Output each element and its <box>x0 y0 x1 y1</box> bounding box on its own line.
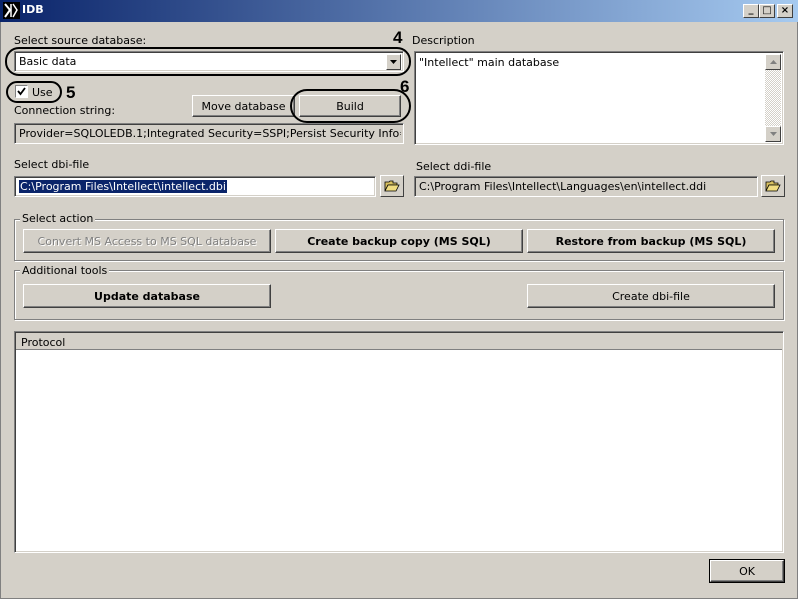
folder-open-icon <box>765 180 781 192</box>
description-box[interactable]: "Intellect" main database <box>414 51 784 145</box>
description-scrollbar[interactable] <box>765 54 781 142</box>
description-text: "Intellect" main database <box>419 56 560 69</box>
ddi-file-label: Select ddi-file <box>416 160 492 173</box>
connection-label: Connection string: <box>14 104 116 117</box>
annotation-number-6: 6 <box>400 77 410 96</box>
annotation-number-4: 4 <box>393 28 403 47</box>
use-checkbox[interactable] <box>15 85 28 98</box>
minimize-icon: _ <box>748 3 754 15</box>
ddi-file-value: C:\Program Files\Intellect\Languages\en\… <box>419 180 707 193</box>
protocol-header-label: Protocol <box>21 336 66 349</box>
scroll-down-icon[interactable] <box>765 126 781 142</box>
use-label[interactable]: Use <box>32 86 53 99</box>
protocol-header: Protocol <box>16 333 782 350</box>
protocol-panel[interactable]: Protocol <box>14 331 784 553</box>
title-bar: IDB _ □ × <box>0 0 798 22</box>
create-dbi-file-button[interactable]: Create dbi-file <box>527 284 775 308</box>
update-database-button[interactable]: Update database <box>23 284 271 308</box>
ddi-file-input[interactable]: C:\Program Files\Intellect\Languages\en\… <box>414 176 758 197</box>
description-label: Description <box>412 34 475 47</box>
ok-button[interactable]: OK <box>709 559 785 583</box>
connection-string-value: Provider=SQLOLEDB.1;Integrated Security=… <box>19 127 401 140</box>
build-button[interactable]: Build <box>299 95 401 117</box>
maximize-icon: □ <box>762 5 772 16</box>
ddi-browse-button[interactable] <box>761 175 785 197</box>
dbi-file-value: C:\Program Files\Intellect\intellect.dbi <box>19 180 227 193</box>
source-db-value: Basic data <box>19 55 77 68</box>
connection-string-field[interactable]: Provider=SQLOLEDB.1;Integrated Security=… <box>14 123 404 144</box>
move-database-button[interactable]: Move database <box>192 95 295 117</box>
scroll-up-icon[interactable] <box>765 54 781 70</box>
folder-open-icon <box>384 180 400 192</box>
dbi-file-input[interactable]: C:\Program Files\Intellect\intellect.dbi <box>14 176 376 197</box>
select-action-title: Select action <box>20 212 96 225</box>
close-icon: × <box>780 5 790 16</box>
create-backup-button[interactable]: Create backup copy (MS SQL) <box>275 229 523 253</box>
idb-app-icon[interactable] <box>3 2 20 19</box>
close-button[interactable]: × <box>777 4 793 18</box>
minimize-button[interactable]: _ <box>743 4 759 18</box>
maximize-button[interactable]: □ <box>759 4 775 18</box>
additional-tools-title: Additional tools <box>20 264 110 277</box>
dbi-file-label: Select dbi-file <box>14 158 90 171</box>
annotation-number-5: 5 <box>66 83 76 102</box>
restore-backup-button[interactable]: Restore from backup (MS SQL) <box>527 229 775 253</box>
chevron-down-icon[interactable] <box>386 54 401 70</box>
source-db-select[interactable]: Basic data <box>14 51 404 72</box>
dbi-browse-button[interactable] <box>380 175 404 197</box>
check-icon <box>17 87 26 96</box>
convert-ms-access-button[interactable]: Convert MS Access to MS SQL database <box>23 229 271 253</box>
window-title: IDB <box>22 3 44 16</box>
source-db-label: Select source database: <box>14 34 147 47</box>
